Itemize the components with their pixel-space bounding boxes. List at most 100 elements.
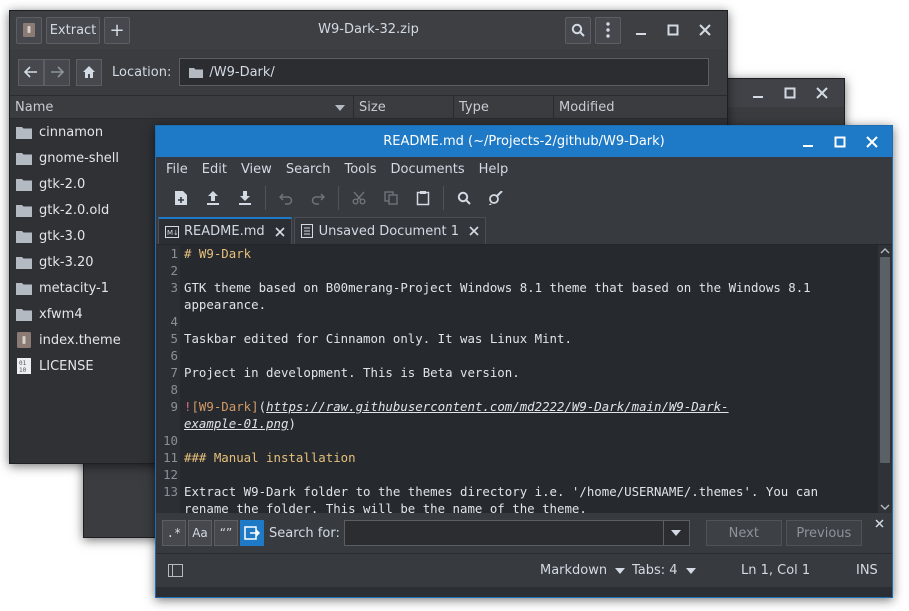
menu-view[interactable]: View [234,162,279,177]
side-panel-toggle-icon[interactable] [168,564,184,578]
tab-width-selector[interactable]: Tabs: 4 [632,554,696,588]
find-replace-button[interactable] [480,184,512,212]
search-replace-icon [488,191,503,205]
minimize-button[interactable] [625,18,657,42]
whole-word-toggle[interactable]: “” [214,520,238,546]
chevron-down-icon [615,568,626,574]
insert-mode: INS [856,563,878,578]
match-case-toggle[interactable]: Aa [188,520,212,546]
menu-file[interactable]: File [159,162,195,177]
status-bar: Markdown Tabs: 4 Ln 1, Col 1 INS [156,553,892,587]
menu-edit[interactable]: Edit [195,162,234,177]
binary-file-icon: 0110 [17,358,31,374]
svg-text:01: 01 [19,360,27,367]
archive-menu-button[interactable] [595,16,621,44]
close-tab-icon[interactable] [469,226,479,236]
svg-text:M↓: M↓ [167,229,179,237]
column-name[interactable]: Name [10,96,354,118]
tab-readme[interactable]: M↓ README.md [158,217,292,244]
sort-down-icon [335,105,345,111]
tab-unsaved-document[interactable]: Unsaved Document 1 [293,217,486,244]
wrap-around-icon [244,526,260,540]
scroll-down-icon[interactable] [878,503,892,511]
minimize-button[interactable] [742,81,774,105]
cut-button[interactable] [343,184,375,212]
minimize-icon [753,96,763,98]
chevron-down-icon [685,568,696,574]
redo-button[interactable] [302,184,334,212]
folder-icon [16,126,32,139]
folder-icon [16,308,32,321]
vertical-scrollbar[interactable] [878,245,892,513]
menu-help[interactable]: Help [472,162,516,177]
markdown-file-icon: M↓ [165,225,179,238]
back-button[interactable] [18,58,44,86]
maximize-button[interactable] [824,130,856,154]
search-label: Search for: [269,525,340,541]
minimize-button[interactable] [792,130,824,154]
redo-icon [311,193,325,205]
close-tab-icon[interactable] [275,226,285,237]
archive-app-button[interactable] [16,16,42,44]
close-icon [699,24,711,36]
svg-text:10: 10 [19,367,27,374]
location-field[interactable]: /W9-Dark/ [179,58,710,86]
close-button[interactable] [856,130,888,154]
copy-icon [384,191,398,205]
home-button[interactable] [76,58,102,86]
folder-icon [16,256,32,269]
toolbar-separator [443,186,444,210]
scroll-up-icon[interactable] [878,247,892,255]
search-icon [457,191,471,205]
close-button[interactable] [806,81,838,105]
archive-titlebar: W9-Dark-32.zip Extract + [10,11,727,49]
close-search-icon[interactable] [875,519,884,528]
undo-button[interactable] [270,184,302,212]
clipboard-icon [416,191,430,206]
paste-button[interactable] [407,184,439,212]
maximize-button[interactable] [774,81,806,105]
text-editor-area[interactable]: 1 # W9-Dark 2 3 GTK theme based on B00mera… [156,245,892,513]
column-size[interactable]: Size [354,96,454,118]
arrow-left-icon [24,66,37,78]
menu-tools[interactable]: Tools [337,162,383,177]
close-icon [866,135,878,148]
menu-documents[interactable]: Documents [384,162,472,177]
next-button[interactable]: Next [705,520,782,546]
close-button[interactable] [689,18,721,42]
undo-icon [279,193,293,205]
maximize-button[interactable] [657,18,689,42]
folder-icon [189,67,204,78]
editor-window-title: README.md (~/Projects-2/github/W9-Dark) [383,134,665,149]
location-value: /W9-Dark/ [209,64,275,80]
extract-button[interactable]: Extract [46,16,100,44]
maximize-icon [784,87,796,99]
column-type[interactable]: Type [454,96,554,118]
search-history-dropdown[interactable] [662,521,689,545]
copy-button[interactable] [375,184,407,212]
wrap-around-toggle[interactable] [240,520,264,546]
arrow-right-icon [51,66,64,78]
menu-bar: File Edit View Search Tools Documents He… [156,157,892,181]
find-button[interactable] [448,184,480,212]
column-modified[interactable]: Modified [554,96,727,118]
save-button[interactable] [229,184,261,212]
regex-toggle[interactable]: .* [162,520,186,546]
archive-search-button[interactable] [565,16,591,44]
previous-button[interactable]: Previous [785,520,862,546]
open-button[interactable] [197,184,229,212]
toolbar-separator [265,186,266,210]
editor-titlebar: README.md (~/Projects-2/github/W9-Dark) [156,126,892,157]
scrollbar-thumb[interactable] [880,257,890,463]
menu-search[interactable]: Search [279,162,338,177]
cursor-position: Ln 1, Col 1 [741,563,811,578]
add-files-button[interactable]: + [104,16,130,44]
text-file-icon [300,224,313,238]
chevron-down-icon [671,530,682,536]
tab-label: Unsaved Document 1 [318,223,459,239]
forward-button[interactable] [44,58,70,86]
search-input[interactable] [343,520,690,546]
new-document-button[interactable] [165,184,197,212]
language-selector[interactable]: Markdown [540,554,626,588]
editor-toolbar [156,181,892,215]
